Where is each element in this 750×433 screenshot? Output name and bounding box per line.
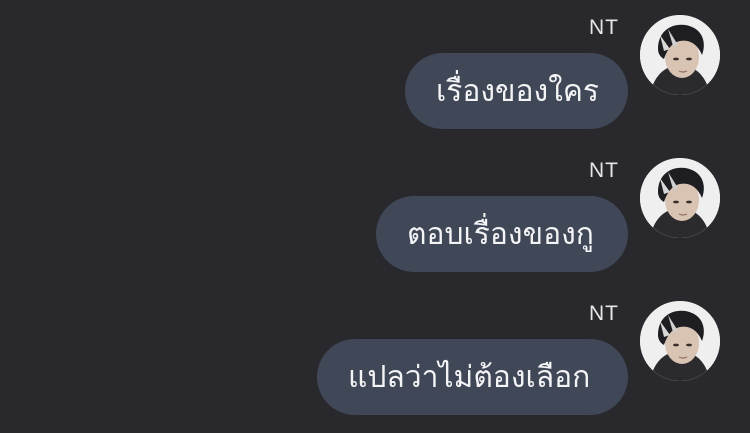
- message-row: NT แปลว่าไม่ต้องเลือก: [0, 298, 750, 428]
- profile-photo: [640, 158, 720, 238]
- message-text: ตอบเรื่องของกู: [407, 216, 594, 252]
- avatar[interactable]: [640, 301, 720, 381]
- message-bubble[interactable]: ตอบเรื่องของกู: [376, 196, 628, 272]
- avatar[interactable]: [640, 15, 720, 95]
- message-text: เรื่องของใคร: [436, 73, 600, 109]
- sender-name: NT: [589, 16, 619, 39]
- message-bubble[interactable]: แปลว่าไม่ต้องเลือก: [317, 339, 628, 415]
- sender-name: NT: [589, 302, 619, 325]
- message-row: NT ตอบเรื่องของกู: [0, 155, 750, 285]
- profile-photo: [640, 301, 720, 381]
- message-bubble[interactable]: เรื่องของใคร: [405, 53, 628, 129]
- profile-photo: [640, 15, 720, 95]
- avatar[interactable]: [640, 158, 720, 238]
- chat-thread: NT เรื่องของใคร NT ตอบเรื่องของกู NT แปล…: [0, 0, 750, 433]
- message-row: NT เรื่องของใคร: [0, 12, 750, 142]
- sender-name: NT: [589, 159, 619, 182]
- message-text: แปลว่าไม่ต้องเลือก: [348, 359, 591, 395]
